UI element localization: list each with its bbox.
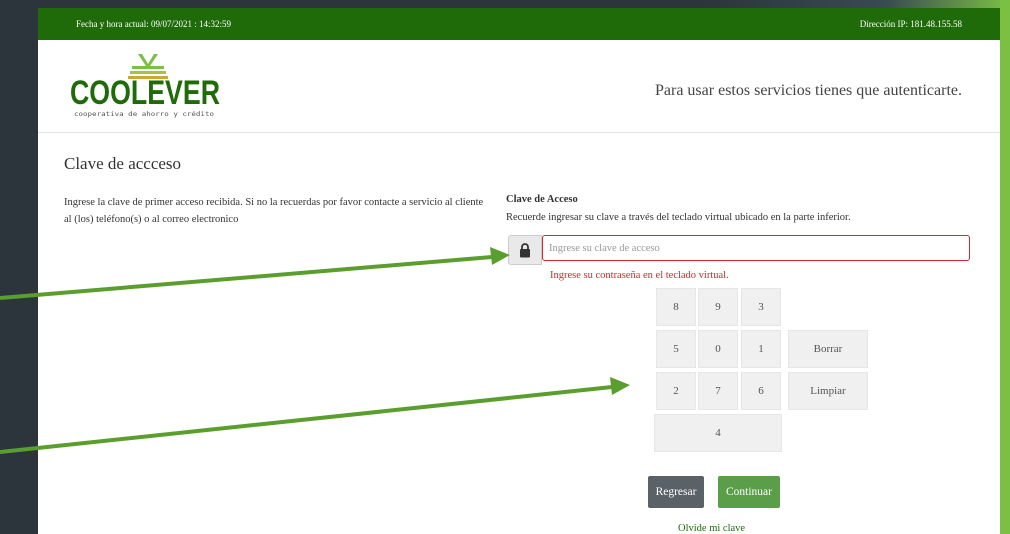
continue-button[interactable]: Continuar xyxy=(718,476,780,508)
auth-message: Para usar estos servicios tienes que aut… xyxy=(655,82,962,99)
keypad-key-6[interactable]: 6 xyxy=(741,372,781,410)
keypad-key-5[interactable]: 5 xyxy=(656,330,696,368)
cooplever-logo: COOLEVER cooperativa de ahorro y crédito xyxy=(70,54,220,118)
password-field-hint: Recuerde ingresar su clave a través del … xyxy=(506,212,851,223)
logo-wordmark: COOLEVER xyxy=(70,74,220,112)
password-input[interactable] xyxy=(542,235,970,261)
page-title: Clave de accceso xyxy=(64,154,182,173)
keypad-key-1[interactable]: 1 xyxy=(741,330,781,368)
slide-accent-right xyxy=(1000,0,1010,534)
keypad-key-3[interactable]: 3 xyxy=(741,288,781,326)
instructions-text: Ingrese la clave de primer acceso recibi… xyxy=(64,197,484,225)
password-error: Ingrese su contraseña en el teclado virt… xyxy=(550,270,729,281)
keypad-key-0[interactable]: 0 xyxy=(698,330,738,368)
ip-address: Dirección IP: 181.48.155.58 xyxy=(859,19,962,29)
keypad-key-7[interactable]: 7 xyxy=(698,372,738,410)
top-bar: Fecha y hora actual: 09/07/2021 : 14:32:… xyxy=(38,8,1000,40)
lock-button[interactable] xyxy=(508,235,542,265)
keypad-key-4[interactable]: 4 xyxy=(654,414,782,452)
keypad-key-2[interactable]: 2 xyxy=(656,372,696,410)
keypad-key-8[interactable]: 8 xyxy=(656,288,696,326)
keypad-key-9[interactable]: 9 xyxy=(698,288,738,326)
keypad-clear-button[interactable]: Limpiar xyxy=(788,372,868,410)
password-field-label: Clave de Acceso xyxy=(506,194,578,205)
header: COOLEVER cooperativa de ahorro y crédito… xyxy=(38,40,1000,133)
logo-tagline: cooperativa de ahorro y crédito xyxy=(74,110,214,118)
current-datetime: Fecha y hora actual: 09/07/2021 : 14:32:… xyxy=(76,19,231,29)
back-button[interactable]: Regresar xyxy=(648,476,704,508)
keypad-delete-button[interactable]: Borrar xyxy=(788,330,868,368)
login-page: Fecha y hora actual: 09/07/2021 : 14:32:… xyxy=(38,8,1000,534)
forgot-password-link[interactable]: Olvide mi clave xyxy=(678,523,745,534)
lock-icon xyxy=(520,242,530,257)
